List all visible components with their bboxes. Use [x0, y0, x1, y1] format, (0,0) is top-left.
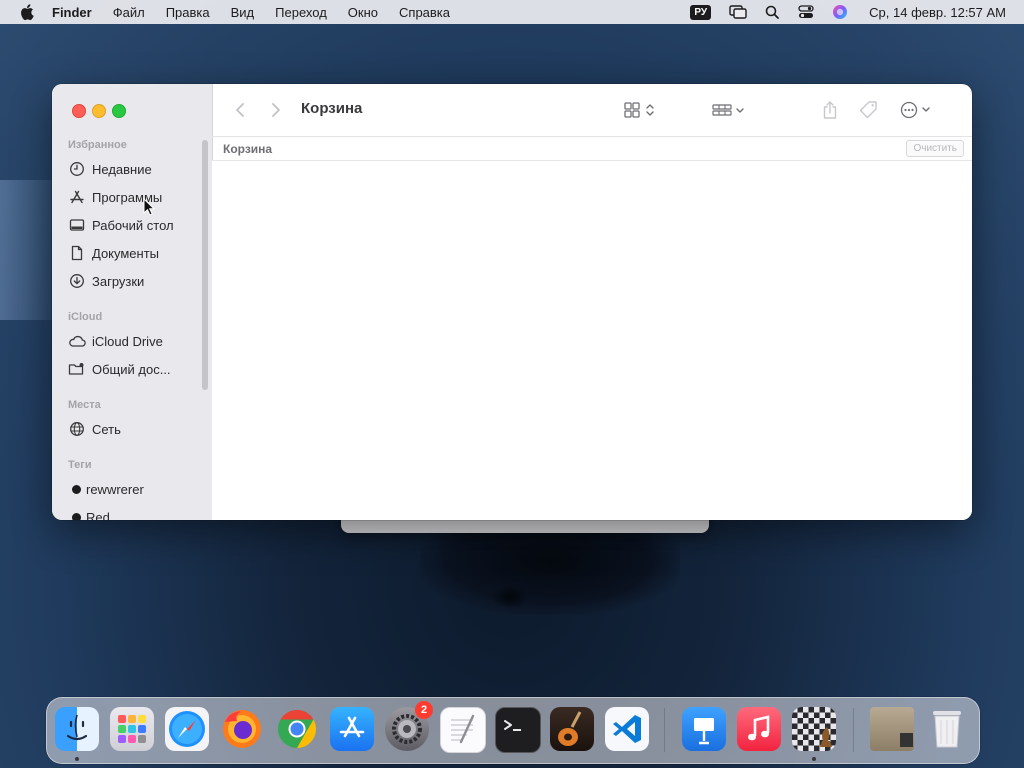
group-by-button[interactable] [710, 98, 750, 122]
dock-finder-icon[interactable] [55, 707, 99, 751]
sidebar-item-recents[interactable]: Недавние [68, 158, 204, 180]
menu-bar-extras: РУ Ср, 14 февр. 12:57 AM [690, 0, 1006, 24]
minimize-window-button[interactable] [92, 104, 106, 118]
tag-color-dot [72, 512, 81, 520]
share-button[interactable] [820, 98, 840, 122]
dock-garageband-icon[interactable] [550, 707, 594, 751]
clock-icon [68, 160, 86, 178]
menu-clock[interactable]: Ср, 14 февр. 12:57 AM [869, 5, 1006, 20]
sidebar-item-documents[interactable]: Документы [68, 242, 204, 264]
group-grid-icon [712, 104, 744, 116]
sidebar-item-label: iCloud Drive [92, 333, 163, 349]
sidebar-item-applications[interactable]: Программы [68, 186, 204, 208]
tag-button[interactable] [858, 98, 880, 122]
dock-separator [664, 708, 665, 752]
menu-app-name[interactable]: Finder [52, 5, 92, 20]
dock-minimized-window-icon[interactable] [870, 707, 914, 751]
trash-location-label: Корзина [223, 142, 273, 156]
zoom-window-button[interactable] [112, 104, 126, 118]
dock-launchpad-icon[interactable] [110, 707, 154, 751]
action-menu-button[interactable] [898, 98, 938, 122]
applications-icon [68, 188, 86, 206]
dock-terminal-icon[interactable] [495, 707, 541, 753]
sidebar-item-desktop[interactable]: Рабочий стол [68, 214, 204, 236]
dock-firefox-icon[interactable] [220, 707, 264, 751]
siri-icon[interactable] [831, 4, 849, 20]
dock-music-icon[interactable] [737, 707, 781, 751]
desktop-icon [68, 216, 86, 234]
finder-toolbar: Корзина [212, 84, 972, 137]
sidebar-tag-item[interactable]: Red [68, 506, 204, 520]
forward-button[interactable] [266, 98, 286, 122]
back-button[interactable] [230, 98, 250, 122]
sidebar-item-label: Рабочий стол [92, 217, 174, 233]
sidebar-section-locations: Места [68, 399, 101, 411]
dock-app-store-icon[interactable] [330, 707, 374, 751]
chevron-right-icon [272, 103, 280, 117]
cloud-icon [68, 332, 86, 350]
dock-running-indicator [812, 757, 816, 761]
mouse-cursor-icon [143, 198, 155, 216]
sidebar-item-label: Общий дос... [92, 361, 171, 377]
tag-color-dot [72, 484, 81, 494]
dock-trash-icon[interactable] [925, 707, 969, 751]
tag-icon [859, 101, 877, 119]
sidebar-item-network[interactable]: Сеть [68, 418, 204, 440]
menu-help[interactable]: Справка [399, 5, 450, 20]
menu-file[interactable]: Файл [113, 5, 145, 20]
menu-window[interactable]: Окно [348, 5, 378, 20]
dock-chrome-icon[interactable] [275, 707, 319, 751]
trash-header-bar: Корзина Очистить [212, 137, 972, 161]
file-list-area[interactable] [212, 161, 972, 520]
menu-edit[interactable]: Правка [166, 5, 210, 20]
chevron-left-icon [236, 103, 244, 117]
keyboard-layout-badge[interactable]: РУ [690, 4, 712, 20]
sidebar-section-tags: Теги [68, 459, 92, 471]
control-center-icon[interactable] [797, 4, 815, 20]
menu-view[interactable]: Вид [231, 5, 255, 20]
dock-textedit-icon[interactable] [440, 707, 486, 753]
dock: 2 [46, 697, 980, 764]
notification-badge: 2 [415, 701, 433, 719]
sidebar-item-downloads[interactable]: Загрузки [68, 270, 204, 292]
sidebar-item-label: Недавние [92, 161, 152, 177]
spotlight-search-icon[interactable] [763, 4, 781, 20]
screen-mirroring-icon[interactable] [729, 4, 747, 20]
sidebar-item-label: Сеть [92, 421, 121, 437]
sidebar-scrollbar[interactable] [202, 140, 208, 390]
dock-chess-icon[interactable] [792, 707, 836, 751]
wallpaper-island [420, 525, 680, 615]
finder-window: Избранное Недавние Программы Рабочий сто… [52, 84, 972, 520]
sidebar-item-label: Документы [92, 245, 160, 261]
sidebar-item-label: rewwrerer [86, 481, 144, 497]
dock-separator [853, 708, 854, 752]
shared-folder-icon [68, 360, 86, 378]
globe-icon [68, 420, 86, 438]
apple-logo-icon[interactable] [20, 4, 34, 20]
icon-grid-view-icon [624, 102, 654, 118]
window-title: Корзина [301, 100, 363, 117]
dock-safari-icon[interactable] [165, 707, 209, 751]
dock-vscode-icon[interactable] [605, 707, 649, 751]
menu-go[interactable]: Переход [275, 5, 327, 20]
more-options-icon [900, 101, 930, 119]
sidebar-tag-item[interactable]: rewwrerer [68, 478, 204, 500]
downloads-icon [68, 272, 86, 290]
finder-sidebar: Избранное Недавние Программы Рабочий сто… [52, 84, 213, 520]
dock-keynote-icon[interactable] [682, 707, 726, 751]
wallpaper-rock [492, 585, 528, 609]
menu-bar: Finder Файл Правка Вид Переход Окно Спра… [0, 0, 1024, 24]
share-icon [823, 101, 837, 119]
document-icon [68, 244, 86, 262]
sidebar-section-icloud: iCloud [68, 311, 103, 323]
empty-trash-button[interactable]: Очистить [906, 140, 964, 157]
sidebar-item-label: Red [86, 509, 110, 521]
sidebar-item-shared[interactable]: Общий дос... [68, 358, 204, 380]
view-mode-button[interactable] [622, 98, 662, 122]
sidebar-section-favorites: Избранное [68, 139, 127, 151]
dock-running-indicator [75, 757, 79, 761]
close-window-button[interactable] [72, 104, 86, 118]
sidebar-item-label: Загрузки [92, 273, 145, 289]
sidebar-item-icloud-drive[interactable]: iCloud Drive [68, 330, 204, 352]
